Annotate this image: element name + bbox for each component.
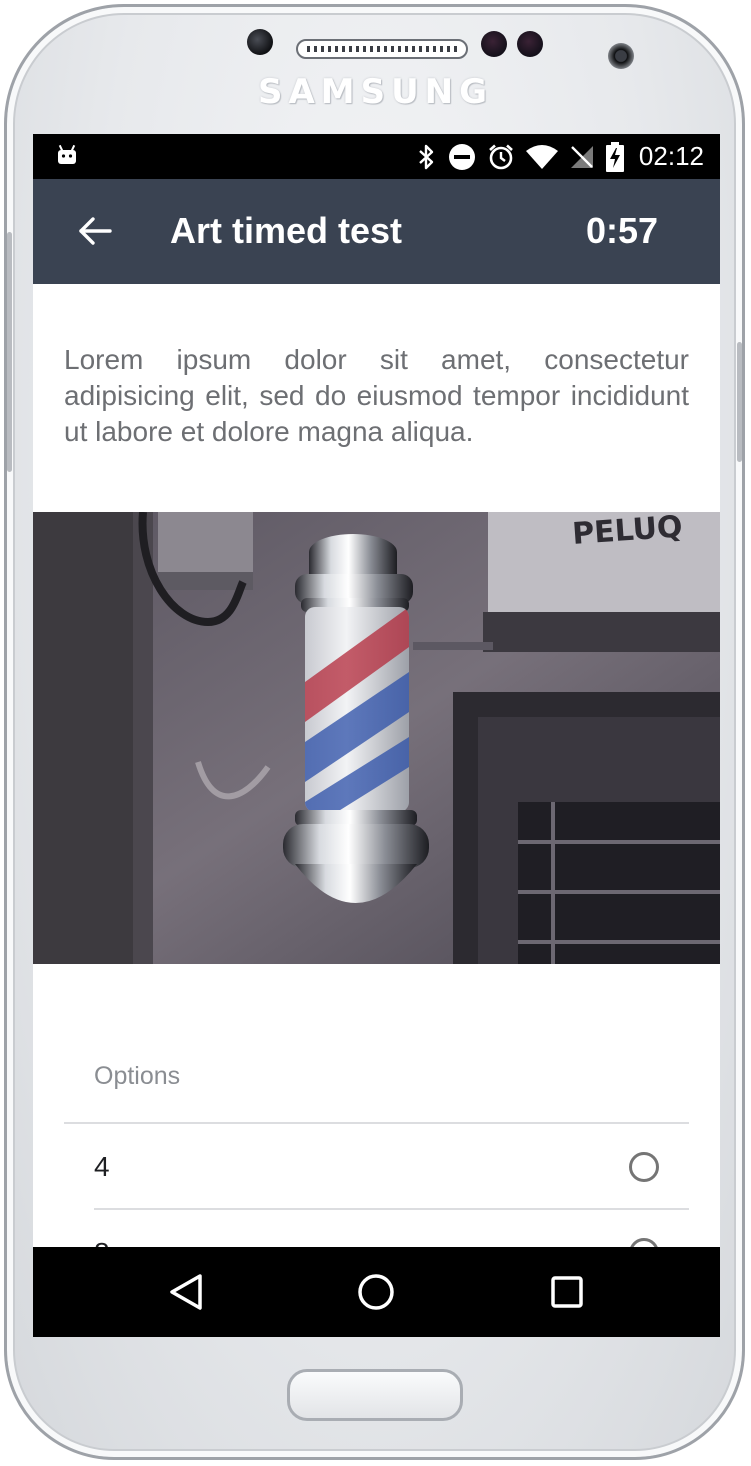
back-triangle-icon — [170, 1274, 202, 1310]
earpiece-speaker — [296, 39, 468, 59]
hardware-home-button[interactable] — [287, 1369, 463, 1421]
no-sim-icon — [570, 145, 593, 168]
alarm-icon — [489, 144, 513, 169]
nav-recents-button[interactable] — [542, 1267, 592, 1317]
countdown-timer: 0:57 — [585, 210, 658, 251]
front-camera-icon — [247, 29, 273, 55]
camera-lens-icon — [608, 43, 634, 69]
option-row-1[interactable]: 4 — [64, 1124, 689, 1210]
power-button — [737, 342, 742, 462]
nav-back-button[interactable] — [161, 1267, 211, 1317]
question-text: Lorem ipsum dolor sit amet, consectetur … — [64, 344, 689, 447]
bluetooth-icon — [419, 144, 434, 169]
battery-charging-icon — [605, 141, 624, 172]
navigation-bar — [33, 1247, 720, 1337]
status-clock: 02:12 — [638, 141, 704, 171]
home-circle-icon — [358, 1274, 394, 1310]
arrow-back-icon — [79, 217, 112, 245]
do-not-disturb-icon — [448, 143, 475, 170]
status-bar: 02:12 — [33, 134, 720, 179]
proximity-sensor-icon — [481, 31, 507, 57]
question-image: PELUQ — [33, 512, 720, 964]
options-label: Options — [94, 1062, 181, 1090]
screen: 02:12 Art timed test 0:57 Lorem ipsum do… — [33, 134, 720, 1337]
nav-home-button[interactable] — [351, 1267, 401, 1317]
volume-button — [7, 232, 12, 472]
android-notification-icon — [58, 144, 76, 164]
option-label: 4 — [94, 1151, 110, 1182]
page-title: Art timed test — [170, 210, 403, 251]
recents-square-icon — [551, 1276, 583, 1308]
radio-button[interactable] — [629, 1152, 659, 1182]
app-bar: Art timed test 0:57 — [33, 179, 720, 284]
wifi-icon — [525, 144, 558, 169]
back-button[interactable] — [73, 209, 117, 253]
light-sensor-icon — [517, 31, 543, 57]
brand-logo: SAMSUNG — [257, 72, 494, 112]
